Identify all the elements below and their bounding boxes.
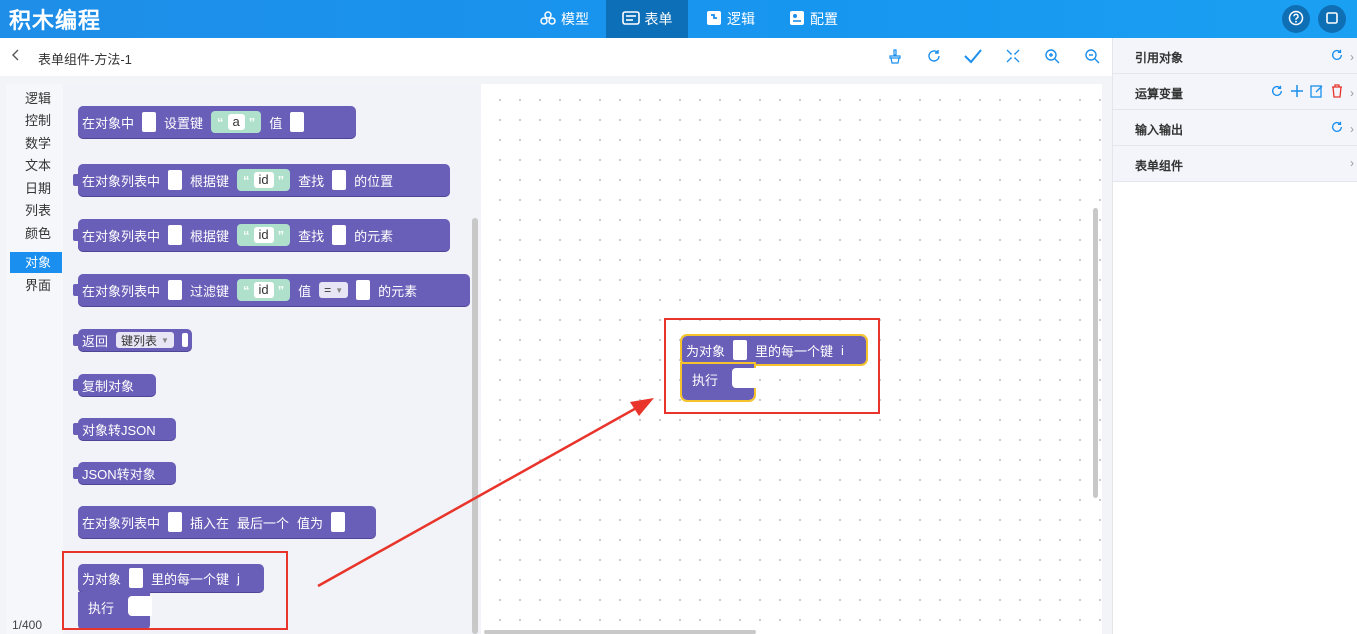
config-icon [789, 10, 805, 29]
sub-header: 表单组件-方法-1 [0, 38, 1112, 76]
tab-model-label: 模型 [561, 11, 589, 27]
refresh-icon[interactable] [1270, 84, 1284, 101]
help-button[interactable] [1282, 5, 1310, 33]
right-panel: 引用对象 › 运算变量 › 输入输出 › 表单组件 › [1112, 38, 1357, 634]
annotation-arrow [317, 398, 654, 588]
edit-icon[interactable] [1310, 84, 1324, 101]
refresh-icon[interactable] [1330, 48, 1344, 65]
chevron-right-icon[interactable]: › [1350, 122, 1354, 136]
tab-logic-label: 逻辑 [727, 11, 755, 27]
add-icon[interactable] [1290, 84, 1304, 101]
panel-item-variables[interactable]: 运算变量 › [1113, 74, 1357, 110]
confirm-button[interactable] [963, 47, 983, 67]
panel-item-label: 表单组件 [1135, 159, 1184, 173]
panel-item-label: 输入输出 [1135, 123, 1184, 137]
collapse-icon [1005, 48, 1021, 67]
chevron-right-icon[interactable]: › [1350, 50, 1354, 64]
panel-item-label: 运算变量 [1135, 87, 1184, 101]
tab-form[interactable]: 表单 [606, 0, 688, 38]
model-icon [540, 10, 556, 28]
zoom-in-icon [1044, 48, 1060, 67]
breadcrumb: 表单组件-方法-1 [38, 52, 132, 67]
chevron-right-icon[interactable]: › [1350, 86, 1354, 100]
clean-button[interactable] [885, 47, 905, 67]
help-icon [1288, 10, 1304, 29]
refresh-icon[interactable] [1330, 120, 1344, 137]
top-bar: 积木编程 模型 表单 逻辑 配置 [0, 0, 1357, 38]
workspace: 逻辑 控制 数学 文本 日期 列表 颜色 对象 界面 1/400 在对象中 设置… [0, 76, 1112, 634]
tab-logic[interactable]: 逻辑 [706, 0, 766, 38]
broom-icon [887, 48, 903, 67]
form-icon [621, 10, 640, 28]
zoom-out-icon [1084, 48, 1100, 67]
panel-item-form-components[interactable]: 表单组件 › [1113, 146, 1357, 182]
tab-form-label: 表单 [644, 11, 673, 27]
delete-icon[interactable] [1330, 84, 1344, 101]
panel-item-reference-object[interactable]: 引用对象 › [1113, 38, 1357, 74]
chevron-right-icon[interactable]: › [1350, 156, 1354, 170]
refresh-button[interactable] [924, 47, 944, 67]
panel-item-input-output[interactable]: 输入输出 › [1113, 110, 1357, 146]
fullscreen-button[interactable] [1318, 5, 1346, 33]
tab-config[interactable]: 配置 [789, 0, 849, 38]
refresh-icon [926, 48, 942, 67]
fullscreen-icon [1325, 11, 1339, 28]
collapse-button[interactable] [1003, 47, 1023, 67]
app-title: 积木编程 [9, 8, 102, 33]
zoom-out-button[interactable] [1082, 47, 1102, 67]
tab-config-label: 配置 [810, 11, 838, 27]
check-icon [963, 48, 983, 67]
back-icon[interactable] [11, 48, 21, 64]
tab-model[interactable]: 模型 [540, 0, 598, 38]
panel-item-label: 引用对象 [1135, 51, 1184, 65]
logic-icon [706, 10, 722, 29]
zoom-in-button[interactable] [1042, 47, 1062, 67]
